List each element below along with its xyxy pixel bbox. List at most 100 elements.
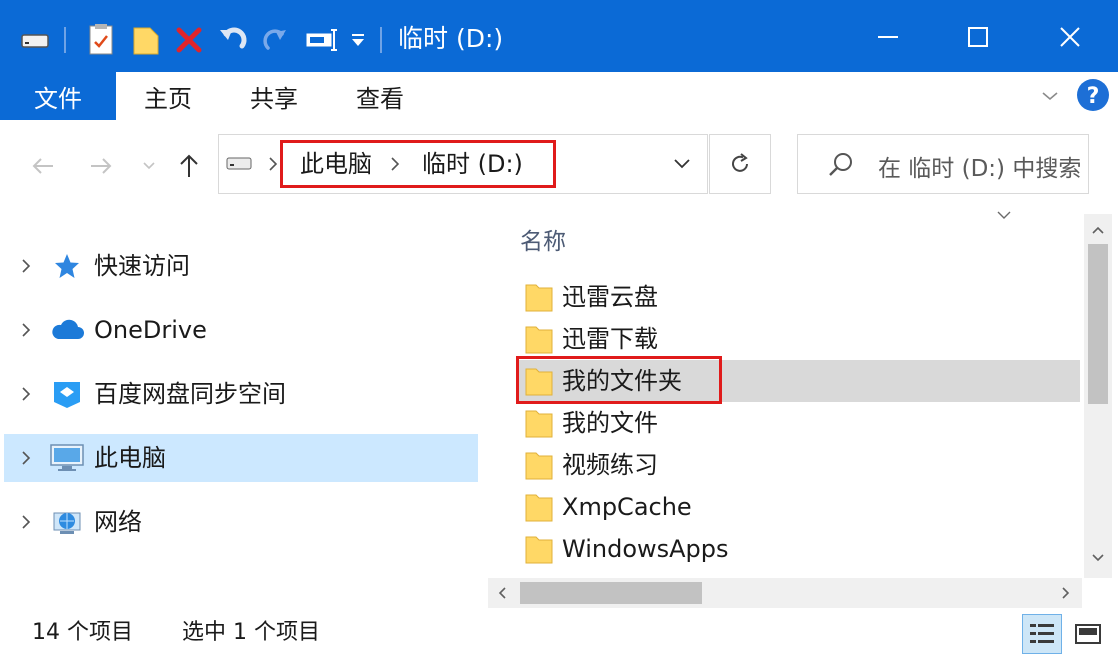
nav-label: 此电脑 [94, 444, 166, 472]
cloud-icon [50, 313, 84, 347]
scroll-down-icon[interactable] [1088, 548, 1108, 568]
address-dropdown-button[interactable] [656, 134, 708, 194]
search-input[interactable]: 在 临时 (D:) 中搜索 [878, 149, 1081, 183]
rename-icon[interactable] [306, 20, 340, 60]
star-icon [50, 249, 84, 283]
sort-chevron-icon [996, 206, 1012, 225]
file-name: 我的文件 [562, 409, 658, 437]
tab-file[interactable]: 文件 [0, 72, 116, 120]
search-icon [828, 151, 854, 181]
computer-icon [50, 441, 84, 475]
breadcrumb-drive-d[interactable]: 临时 (D:) [422, 148, 523, 180]
search-box[interactable]: 在 临时 (D:) 中搜索 [797, 134, 1089, 194]
ribbon-tab-bar: 文件 主页 共享 查看 ? [0, 72, 1118, 120]
folder-icon [525, 536, 553, 564]
nav-label: OneDrive [94, 316, 207, 344]
expand-chevron-icon[interactable] [16, 434, 36, 482]
chevron-right-icon [268, 156, 278, 176]
arrow-up-icon [180, 154, 198, 177]
file-name: 迅雷下载 [562, 325, 658, 353]
baidu-netdisk-icon [50, 377, 84, 411]
nav-item-this-pc[interactable]: 此电脑 [4, 434, 478, 482]
close-button[interactable] [1040, 12, 1100, 62]
details-view-icon [1030, 624, 1054, 643]
file-list-item[interactable]: XmpCache [518, 486, 1080, 528]
chevron-right-icon [390, 156, 400, 176]
tab-share[interactable]: 共享 [250, 72, 298, 120]
customize-dropdown-icon[interactable] [350, 20, 370, 60]
arrow-right-icon [91, 158, 112, 174]
delete-icon[interactable] [176, 20, 204, 60]
large-icons-view-button[interactable] [1068, 614, 1108, 654]
file-list-item[interactable]: WindowsApps [518, 528, 1080, 570]
folder-icon [525, 494, 553, 522]
redo-icon[interactable] [218, 20, 250, 60]
ribbon-tabs: 主页 共享 查看 ? [116, 72, 1118, 120]
drive-icon [226, 154, 252, 176]
column-header-name[interactable]: 名称 [520, 222, 566, 256]
expand-chevron-icon[interactable] [16, 370, 36, 418]
expand-chevron-icon[interactable] [16, 306, 36, 354]
nav-label: 百度网盘同步空间 [94, 380, 286, 408]
up-button[interactable] [176, 148, 202, 184]
large-icons-view-icon [1075, 624, 1101, 644]
chevron-down-icon [674, 159, 690, 169]
file-list-item[interactable]: 迅雷云盘 [518, 276, 1080, 318]
properties-icon[interactable] [88, 20, 118, 60]
nav-item-quick-access[interactable]: 快速访问 [4, 242, 478, 290]
file-name: 我的文件夹 [562, 367, 682, 395]
toolbar-separator [64, 20, 70, 60]
window-title: 临时 (D:) [398, 24, 504, 53]
tab-home[interactable]: 主页 [144, 72, 192, 120]
nav-label: 网络 [94, 508, 142, 536]
close-icon [1060, 27, 1080, 47]
back-button[interactable] [30, 148, 56, 184]
status-selected-count: 选中 1 个项目 [182, 620, 320, 645]
forward-button[interactable] [88, 148, 114, 184]
nav-item-onedrive[interactable]: OneDrive [4, 306, 478, 354]
help-icon: ? [1077, 79, 1109, 111]
chevron-down-icon [1042, 92, 1058, 101]
network-icon [50, 505, 84, 539]
breadcrumb-this-pc[interactable]: 此电脑 [300, 148, 372, 180]
nav-label: 快速访问 [94, 252, 190, 280]
arrow-left-icon [32, 158, 53, 174]
details-view-button[interactable] [1022, 614, 1062, 654]
nav-item-baidu-netdisk[interactable]: 百度网盘同步空间 [4, 370, 478, 418]
file-list-item[interactable]: 视频练习 [518, 444, 1080, 486]
minimize-icon [878, 36, 898, 38]
scroll-left-icon[interactable] [492, 582, 512, 604]
vertical-scroll-thumb[interactable] [1088, 244, 1108, 404]
file-list-item[interactable]: 我的文件 [518, 402, 1080, 444]
undo-icon[interactable] [262, 20, 292, 60]
minimize-button[interactable] [858, 12, 918, 62]
new-folder-icon[interactable] [132, 20, 162, 60]
nav-item-network[interactable]: 网络 [4, 498, 478, 546]
file-list-item[interactable]: 迅雷下载 [518, 318, 1080, 360]
svg-text:?: ? [1087, 84, 1100, 109]
expand-chevron-icon[interactable] [16, 242, 36, 290]
refresh-icon [732, 153, 748, 172]
maximize-icon [968, 27, 988, 47]
maximize-button[interactable] [948, 12, 1008, 62]
refresh-button[interactable] [709, 134, 771, 194]
folder-icon [525, 284, 553, 312]
recent-locations-button[interactable] [140, 148, 158, 184]
drive-icon[interactable] [20, 20, 52, 60]
file-list-item[interactable]: 我的文件夹 [518, 360, 1080, 402]
status-item-count: 14 个项目 [32, 620, 133, 645]
file-name: WindowsApps [562, 535, 729, 563]
file-name: 迅雷云盘 [562, 283, 658, 311]
expand-chevron-icon[interactable] [16, 498, 36, 546]
folder-icon [525, 410, 553, 438]
title-bar: 临时 (D:) [0, 0, 1118, 72]
toolbar-separator [380, 20, 386, 60]
help-button[interactable]: ? [1076, 78, 1110, 116]
scroll-right-icon[interactable] [1056, 582, 1076, 604]
horizontal-scroll-thumb[interactable] [520, 582, 702, 604]
expand-ribbon-button[interactable] [1040, 86, 1060, 110]
scroll-up-icon[interactable] [1088, 220, 1108, 240]
file-name: 视频练习 [562, 451, 658, 479]
folder-icon [525, 326, 553, 354]
tab-view[interactable]: 查看 [356, 72, 404, 120]
